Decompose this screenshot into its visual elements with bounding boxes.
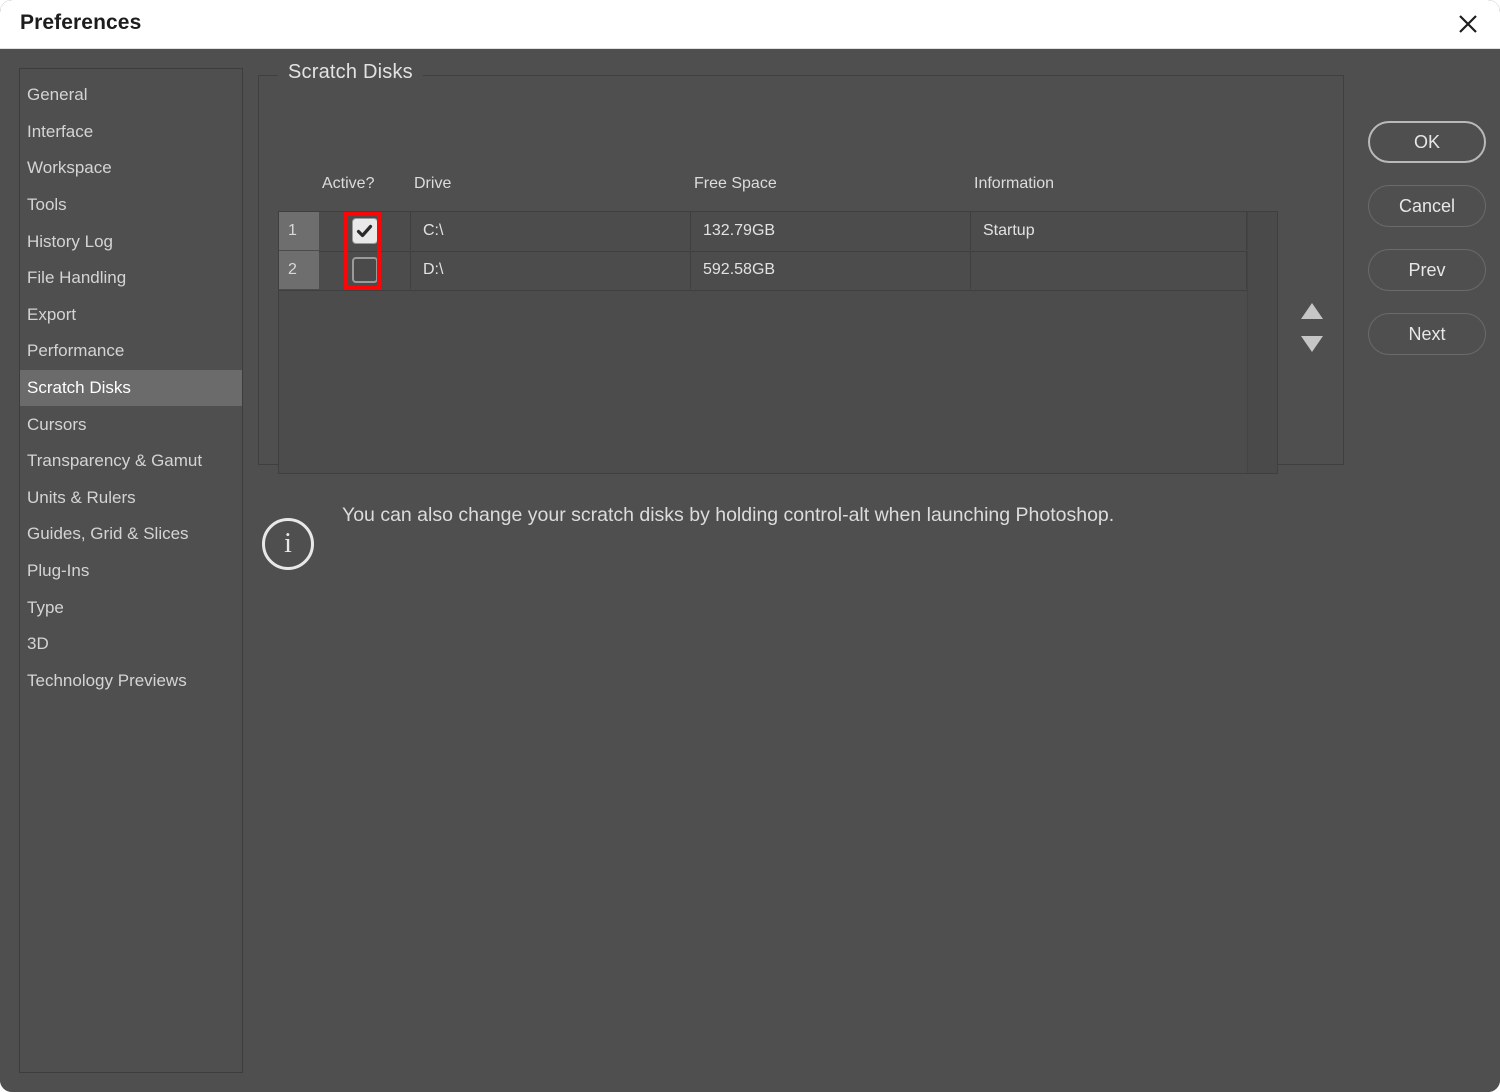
row-active-cell[interactable] [319,251,411,289]
sidebar-item-performance[interactable]: Performance [20,333,242,370]
sidebar-item-workspace[interactable]: Workspace [20,150,242,187]
sidebar-item-technology-previews[interactable]: Technology Previews [20,663,242,700]
table-row[interactable]: 2 D:\ 592.58GB [279,251,1247,291]
group-title: Scratch Disks [278,61,423,84]
title-bar: Preferences [0,0,1500,49]
triangle-down-icon[interactable] [1298,334,1326,354]
info-circle-icon: i [262,518,314,570]
dialog-buttons: OK Cancel Prev Next [1368,121,1486,377]
row-free-space: 132.79GB [691,212,971,250]
column-header-drive: Drive [414,175,452,192]
sidebar-item-label: Export [27,304,77,324]
row-information: Startup [971,212,1247,250]
sidebar-item-label: Type [27,597,64,617]
sidebar-item-label: Units & Rulers [27,487,136,507]
sidebar-item-label: Scratch Disks [27,378,131,398]
sidebar-item-transparency-gamut[interactable]: Transparency & Gamut [20,443,242,480]
triangle-up-icon[interactable] [1298,301,1326,321]
sidebar-item-label: Plug-Ins [27,561,90,581]
dialog-body: General Interface Workspace Tools Histor… [0,49,1500,1092]
cancel-button[interactable]: Cancel [1368,185,1486,227]
sidebar-item-label: History Log [27,231,113,251]
sidebar-item-label: Technology Previews [27,670,187,690]
row-drive: D:\ [411,251,691,289]
scratch-disks-table: 1 C:\ 132.79GB Startup 2 D:\ 592.58GB [278,211,1278,474]
sidebar-item-label: Workspace [27,158,112,178]
sidebar-item-label: 3D [27,634,49,654]
sidebar-item-label: General [27,85,88,105]
note-text: You can also change your scratch disks b… [342,504,1115,526]
prev-button[interactable]: Prev [1368,249,1486,291]
row-information [971,251,1247,289]
row-free-space: 592.58GB [691,251,971,289]
sidebar-item-label: Interface [27,121,94,141]
row-number: 2 [279,251,319,289]
sidebar-item-scratch-disks[interactable]: Scratch Disks [20,369,242,407]
sidebar-item-label: File Handling [27,268,127,288]
sidebar-item-cursors[interactable]: Cursors [20,406,242,443]
sidebar-item-history-log[interactable]: History Log [20,223,242,260]
next-button[interactable]: Next [1368,313,1486,355]
row-active-cell[interactable] [319,212,411,250]
sidebar-item-label: Guides, Grid & Slices [27,524,189,544]
table-scrollbar[interactable] [1247,212,1277,473]
sidebar-item-guides-grid-slices[interactable]: Guides, Grid & Slices [20,516,242,553]
sidebar-item-interface[interactable]: Interface [20,114,242,151]
row-drive: C:\ [411,212,691,250]
column-header-free-space: Free Space [694,175,777,192]
sidebar-item-3d[interactable]: 3D [20,626,242,663]
column-header-active: Active? [322,175,375,192]
table-row[interactable]: 1 C:\ 132.79GB Startup [279,212,1247,252]
sidebar-item-export[interactable]: Export [20,297,242,334]
close-icon[interactable] [1444,5,1492,43]
preferences-sidebar: General Interface Workspace Tools Histor… [19,68,243,1073]
sidebar-item-units-rulers[interactable]: Units & Rulers [20,480,242,517]
active-checkbox[interactable] [351,257,378,283]
sidebar-item-plug-ins[interactable]: Plug-Ins [20,553,242,590]
column-header-information: Information [974,175,1055,192]
sidebar-item-file-handling[interactable]: File Handling [20,260,242,297]
info-glyph: i [284,528,292,559]
ok-button[interactable]: OK [1368,121,1486,163]
sidebar-item-label: Transparency & Gamut [27,451,203,471]
sidebar-item-type[interactable]: Type [20,589,242,626]
active-checkbox[interactable] [351,218,378,244]
sidebar-item-label: Cursors [27,414,87,434]
scratch-disks-note: i You can also change your scratch disks… [262,501,1162,570]
sidebar-item-label: Performance [27,341,125,361]
page-title: Preferences [20,11,142,34]
row-number: 1 [279,212,319,250]
sidebar-item-general[interactable]: General [20,77,242,114]
preferences-dialog: Preferences General Interface Workspace … [0,0,1500,1092]
sidebar-item-tools[interactable]: Tools [20,187,242,224]
sidebar-item-label: Tools [27,195,67,215]
